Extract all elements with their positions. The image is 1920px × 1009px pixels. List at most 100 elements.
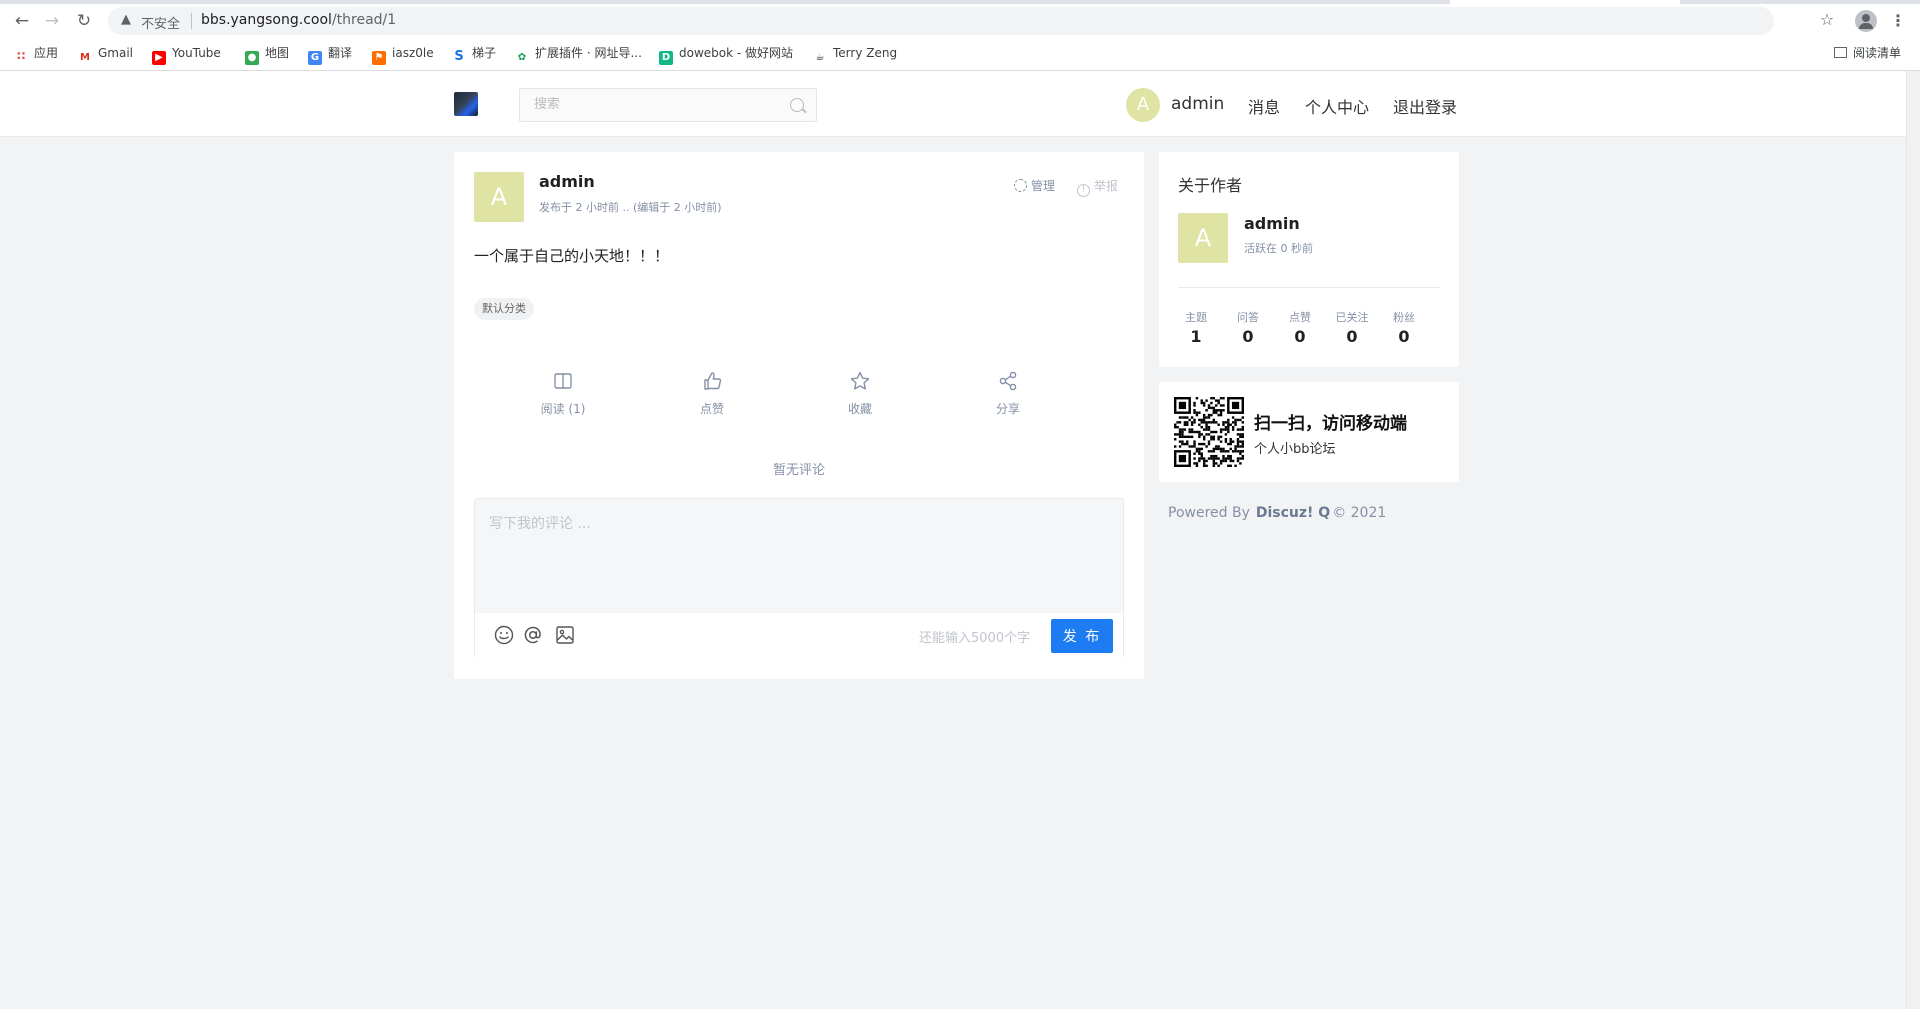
remaining-char-count: 还能输入5000个字: [919, 631, 1031, 646]
bookmark-label: 应用: [34, 46, 59, 60]
insecure-label[interactable]: 不安全: [141, 13, 180, 32]
bookmark-label: YouTube: [172, 46, 221, 60]
youtube-icon: ▶: [152, 51, 166, 65]
back-arrow-icon[interactable]: ←: [12, 11, 32, 31]
stat-questions[interactable]: 问答 0: [1222, 309, 1274, 346]
active-tab[interactable]: [1450, 0, 1680, 4]
bookmark-dowebok[interactable]: Ddowebok - 做好网站: [659, 44, 794, 65]
post-author-avatar[interactable]: A: [474, 172, 524, 222]
report-label: 举报: [1094, 179, 1119, 193]
post-content: 一个属于自己的小天地！！！: [474, 247, 670, 265]
report-button[interactable]: ! 举报: [1077, 177, 1118, 197]
mention-icon[interactable]: [522, 624, 544, 646]
nav-messages[interactable]: 消息: [1248, 94, 1280, 118]
gear-icon: [1014, 179, 1027, 192]
nav-profile-center[interactable]: 个人中心: [1305, 94, 1369, 118]
image-upload-icon[interactable]: [554, 624, 576, 646]
site-logo[interactable]: [454, 92, 478, 116]
powered-by-footer: Powered By Discuz! Q © 2021: [1168, 505, 1386, 521]
read-count-label: 阅读 (1): [540, 402, 586, 416]
url-text[interactable]: bbs.yangsong.cool/thread/1: [201, 12, 396, 28]
bookmark-gmail[interactable]: M Gmail: [78, 44, 133, 65]
bookmark-apps[interactable]: ∷ 应用: [14, 44, 59, 63]
reading-list-icon: [1834, 47, 1847, 58]
bookmark-iasz0le[interactable]: ⚑ iasz0le: [372, 44, 434, 65]
stat-likes[interactable]: 点赞 0: [1274, 309, 1326, 346]
share-label: 分享: [995, 402, 1020, 416]
post-author-name[interactable]: admin: [539, 172, 595, 191]
stat-followers[interactable]: 粉丝 0: [1378, 309, 1430, 346]
stat-value: 0: [1398, 327, 1410, 346]
bookmark-label: 扩展插件 · 网址导...: [535, 46, 642, 60]
bookmark-extensions[interactable]: ✿ 扩展插件 · 网址导...: [515, 44, 642, 65]
s-logo-icon: S: [452, 50, 466, 64]
favorite-button[interactable]: 收藏: [815, 370, 905, 417]
post-actions: 阅读 (1) 点赞 收藏 分享: [474, 370, 1124, 424]
category-tag[interactable]: 默认分类: [474, 298, 534, 320]
bookmark-label: 地图: [265, 46, 290, 60]
comment-textarea[interactable]: [475, 499, 1123, 613]
bookmark-star-icon[interactable]: ☆: [1817, 10, 1837, 30]
stat-value: 1: [1190, 327, 1202, 346]
browser-chrome: ← → ↻ ▲ 不安全 bbs.yangsong.cool/thread/1 ☆…: [0, 0, 1920, 71]
reading-list-button[interactable]: 阅读清单: [1834, 44, 1901, 61]
search-icon[interactable]: [790, 98, 804, 112]
address-bar[interactable]: ▲ 不安全 bbs.yangsong.cool/thread/1: [108, 7, 1774, 35]
stat-label: 主题: [1185, 311, 1207, 324]
share-button[interactable]: 分享: [963, 370, 1053, 417]
user-avatar[interactable]: A: [1126, 88, 1160, 122]
comment-toolbar: 还能输入5000个字 发 布: [475, 613, 1123, 658]
author-card-title: 关于作者: [1178, 176, 1243, 195]
stat-threads[interactable]: 主题 1: [1170, 309, 1222, 346]
profile-icon[interactable]: [1855, 10, 1877, 32]
stat-label: 已关注: [1335, 311, 1369, 324]
search-box[interactable]: [519, 88, 817, 122]
bookmark-label: dowebok - 做好网站: [679, 46, 794, 60]
page-scrollbar[interactable]: [1906, 71, 1920, 1009]
username-link[interactable]: admin: [1171, 94, 1224, 114]
bookmark-translate[interactable]: G 翻译: [308, 44, 353, 65]
comment-editor: 还能输入5000个字 发 布: [474, 498, 1124, 658]
tab-strip: [0, 0, 1920, 4]
divider: [1178, 287, 1440, 288]
extension-icon: ✿: [515, 51, 529, 65]
reload-icon[interactable]: ↻: [74, 11, 94, 31]
manage-label: 管理: [1031, 179, 1056, 193]
nav-logout[interactable]: 退出登录: [1393, 94, 1457, 118]
search-input[interactable]: [534, 97, 774, 112]
site-header: A admin 消息 个人中心 退出登录: [0, 71, 1906, 137]
author-active-time: 活跃在 0 秒前: [1244, 242, 1313, 255]
author-card: 关于作者 A admin 活跃在 0 秒前 主题 1 问答 0 点赞 0 已关注 0 粉…: [1159, 152, 1459, 367]
post-meta: 发布于 2 小时前 .. (编辑于 2 小时前): [539, 201, 722, 214]
kebab-menu-icon[interactable]: ⋮: [1890, 10, 1906, 32]
qr-code-image: [1174, 397, 1244, 467]
stat-label: 点赞: [1289, 311, 1311, 324]
author-avatar[interactable]: A: [1178, 213, 1228, 263]
like-button[interactable]: 点赞: [667, 370, 757, 417]
stat-value: 0: [1346, 327, 1358, 346]
warning-icon[interactable]: ▲: [118, 12, 134, 28]
bookmark-terry-zeng[interactable]: ☕ Terry Zeng: [813, 44, 897, 65]
read-count-button[interactable]: 阅读 (1): [518, 370, 608, 417]
copyright-text: © 2021: [1332, 505, 1387, 521]
forward-arrow-icon[interactable]: →: [42, 11, 62, 31]
brand-link[interactable]: Discuz! Q: [1256, 505, 1330, 521]
star-icon: [850, 371, 870, 390]
flag-icon: ⚑: [372, 51, 386, 65]
stat-following[interactable]: 已关注 0: [1326, 309, 1378, 346]
author-name[interactable]: admin: [1244, 214, 1300, 233]
thread-card: A admin 发布于 2 小时前 .. (编辑于 2 小时前) 管理 ! 举报 …: [454, 152, 1144, 679]
mobile-qr-card: 扫一扫，访问移动端 个人小bb论坛: [1159, 382, 1459, 482]
qr-title: 扫一扫，访问移动端: [1254, 414, 1407, 434]
emoji-icon[interactable]: [493, 624, 515, 646]
bookmark-label: 翻译: [328, 46, 353, 60]
stat-label: 粉丝: [1393, 311, 1415, 324]
publish-button[interactable]: 发 布: [1051, 619, 1113, 653]
bookmark-ladder[interactable]: S 梯子: [452, 44, 496, 64]
bookmark-youtube[interactable]: ▶ YouTube: [152, 44, 221, 65]
manage-button[interactable]: 管理: [1014, 177, 1055, 194]
maps-icon: ●: [245, 51, 259, 65]
alert-icon: !: [1077, 184, 1090, 197]
bookmark-maps[interactable]: ● 地图: [245, 44, 290, 65]
stat-value: 0: [1242, 327, 1254, 346]
